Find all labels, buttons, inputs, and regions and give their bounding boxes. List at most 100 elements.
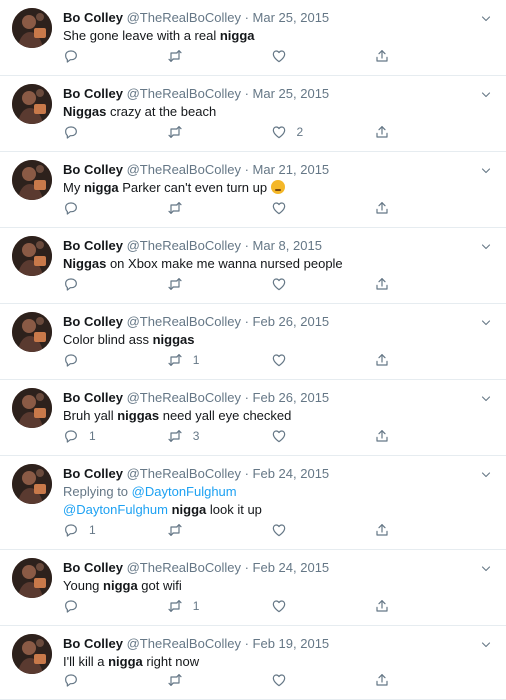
retweet-button[interactable] [167, 671, 271, 689]
bold-text: nigga [83, 180, 119, 195]
tweet-date[interactable]: Mar 25, 2015 [253, 10, 330, 25]
avatar[interactable] [12, 388, 52, 428]
author-handle[interactable]: @TheRealBoColley [127, 390, 241, 405]
tweet-actions: 1 [63, 597, 478, 615]
chevron-down-icon[interactable] [480, 638, 492, 650]
reply-button[interactable] [63, 597, 167, 615]
like-button[interactable] [271, 47, 375, 65]
tweet-row[interactable]: Bo Colley @TheRealBoColley · Feb 24, 201… [0, 550, 506, 626]
tweet-date[interactable]: Feb 26, 2015 [253, 314, 330, 329]
tweet-row[interactable]: Bo Colley @TheRealBoColley · Mar 25, 201… [0, 76, 506, 152]
retweet-button[interactable]: 3 [167, 427, 271, 445]
like-button[interactable] [271, 521, 375, 539]
author-name[interactable]: Bo Colley [63, 314, 123, 329]
mention-link[interactable]: @DaytonFulghum [63, 502, 168, 517]
retweet-button[interactable] [167, 275, 271, 293]
author-name[interactable]: Bo Colley [63, 636, 123, 651]
chevron-down-icon[interactable] [480, 12, 492, 24]
retweet-button[interactable] [167, 199, 271, 217]
like-button[interactable] [271, 427, 375, 445]
author-name[interactable]: Bo Colley [63, 560, 123, 575]
replying-to-link[interactable]: @DaytonFulghum [132, 484, 237, 499]
chevron-down-icon[interactable] [480, 468, 492, 480]
author-name[interactable]: Bo Colley [63, 86, 123, 101]
chevron-down-icon[interactable] [480, 316, 492, 328]
share-button[interactable] [374, 521, 478, 539]
tweet-row[interactable]: Bo Colley @TheRealBoColley · Feb 24, 201… [0, 456, 506, 550]
tweet-date[interactable]: Feb 26, 2015 [253, 390, 330, 405]
tweet-date[interactable]: Mar 25, 2015 [253, 86, 330, 101]
retweet-button[interactable] [167, 123, 271, 141]
tweet-row[interactable]: Bo Colley @TheRealBoColley · Mar 8, 2015… [0, 228, 506, 304]
tweet-date[interactable]: Feb 24, 2015 [253, 466, 330, 481]
like-button[interactable]: 2 [271, 123, 375, 141]
reply-button[interactable] [63, 275, 167, 293]
chevron-down-icon[interactable] [480, 562, 492, 574]
retweet-icon [167, 672, 183, 688]
like-button[interactable] [271, 275, 375, 293]
tweet-date[interactable]: Feb 19, 2015 [253, 636, 330, 651]
share-button[interactable] [374, 597, 478, 615]
share-button[interactable] [374, 427, 478, 445]
retweet-icon [167, 428, 183, 444]
tweet-date[interactable]: Mar 8, 2015 [253, 238, 322, 253]
reply-button[interactable] [63, 671, 167, 689]
retweet-button[interactable] [167, 521, 271, 539]
reply-button[interactable] [63, 199, 167, 217]
avatar[interactable] [12, 312, 52, 352]
avatar[interactable] [12, 464, 52, 504]
avatar[interactable] [12, 236, 52, 276]
reply-button[interactable]: 1 [63, 521, 167, 539]
author-handle[interactable]: @TheRealBoColley [127, 314, 241, 329]
tweet-row[interactable]: Bo Colley @TheRealBoColley · Feb 26, 201… [0, 304, 506, 380]
retweet-button[interactable]: 1 [167, 597, 271, 615]
tweet-row[interactable]: Bo Colley @TheRealBoColley · Mar 21, 201… [0, 152, 506, 228]
like-button[interactable] [271, 597, 375, 615]
reply-button[interactable] [63, 47, 167, 65]
retweet-button[interactable] [167, 47, 271, 65]
share-button[interactable] [374, 351, 478, 369]
reply-button[interactable] [63, 123, 167, 141]
author-handle[interactable]: @TheRealBoColley [127, 162, 241, 177]
chevron-down-icon[interactable] [480, 164, 492, 176]
share-button[interactable] [374, 275, 478, 293]
text-segment: I'll kill a [63, 654, 109, 669]
author-name[interactable]: Bo Colley [63, 390, 123, 405]
avatar[interactable] [12, 84, 52, 124]
tweet-text: Niggas crazy at the beach [63, 103, 478, 121]
author-handle[interactable]: @TheRealBoColley [127, 560, 241, 575]
tweet-date[interactable]: Mar 21, 2015 [253, 162, 330, 177]
reply-button[interactable]: 1 [63, 427, 167, 445]
avatar[interactable] [12, 558, 52, 598]
tweet-row[interactable]: Bo Colley @TheRealBoColley · Feb 26, 201… [0, 380, 506, 456]
chevron-down-icon[interactable] [480, 240, 492, 252]
author-handle[interactable]: @TheRealBoColley [127, 86, 241, 101]
tweet-date[interactable]: Feb 24, 2015 [253, 560, 330, 575]
share-button[interactable] [374, 123, 478, 141]
author-name[interactable]: Bo Colley [63, 466, 123, 481]
share-button[interactable] [374, 671, 478, 689]
text-segment: on Xbox make me wanna nursed people [106, 256, 343, 271]
avatar[interactable] [12, 8, 52, 48]
author-name[interactable]: Bo Colley [63, 238, 123, 253]
avatar[interactable] [12, 160, 52, 200]
chevron-down-icon[interactable] [480, 88, 492, 100]
author-handle[interactable]: @TheRealBoColley [127, 10, 241, 25]
like-button[interactable] [271, 199, 375, 217]
author-name[interactable]: Bo Colley [63, 10, 123, 25]
author-handle[interactable]: @TheRealBoColley [127, 636, 241, 651]
like-button[interactable] [271, 351, 375, 369]
like-button[interactable] [271, 671, 375, 689]
share-button[interactable] [374, 47, 478, 65]
reply-button[interactable] [63, 351, 167, 369]
author-handle[interactable]: @TheRealBoColley [127, 238, 241, 253]
chevron-down-icon[interactable] [480, 392, 492, 404]
retweet-button[interactable]: 1 [167, 351, 271, 369]
avatar[interactable] [12, 634, 52, 674]
share-button[interactable] [374, 199, 478, 217]
author-name[interactable]: Bo Colley [63, 162, 123, 177]
author-handle[interactable]: @TheRealBoColley [127, 466, 241, 481]
tweet-row[interactable]: Bo Colley @TheRealBoColley · Mar 25, 201… [0, 0, 506, 76]
tweet-row[interactable]: Bo Colley @TheRealBoColley · Feb 19, 201… [0, 626, 506, 700]
tweet-header: Bo Colley @TheRealBoColley · Mar 21, 201… [63, 152, 478, 178]
